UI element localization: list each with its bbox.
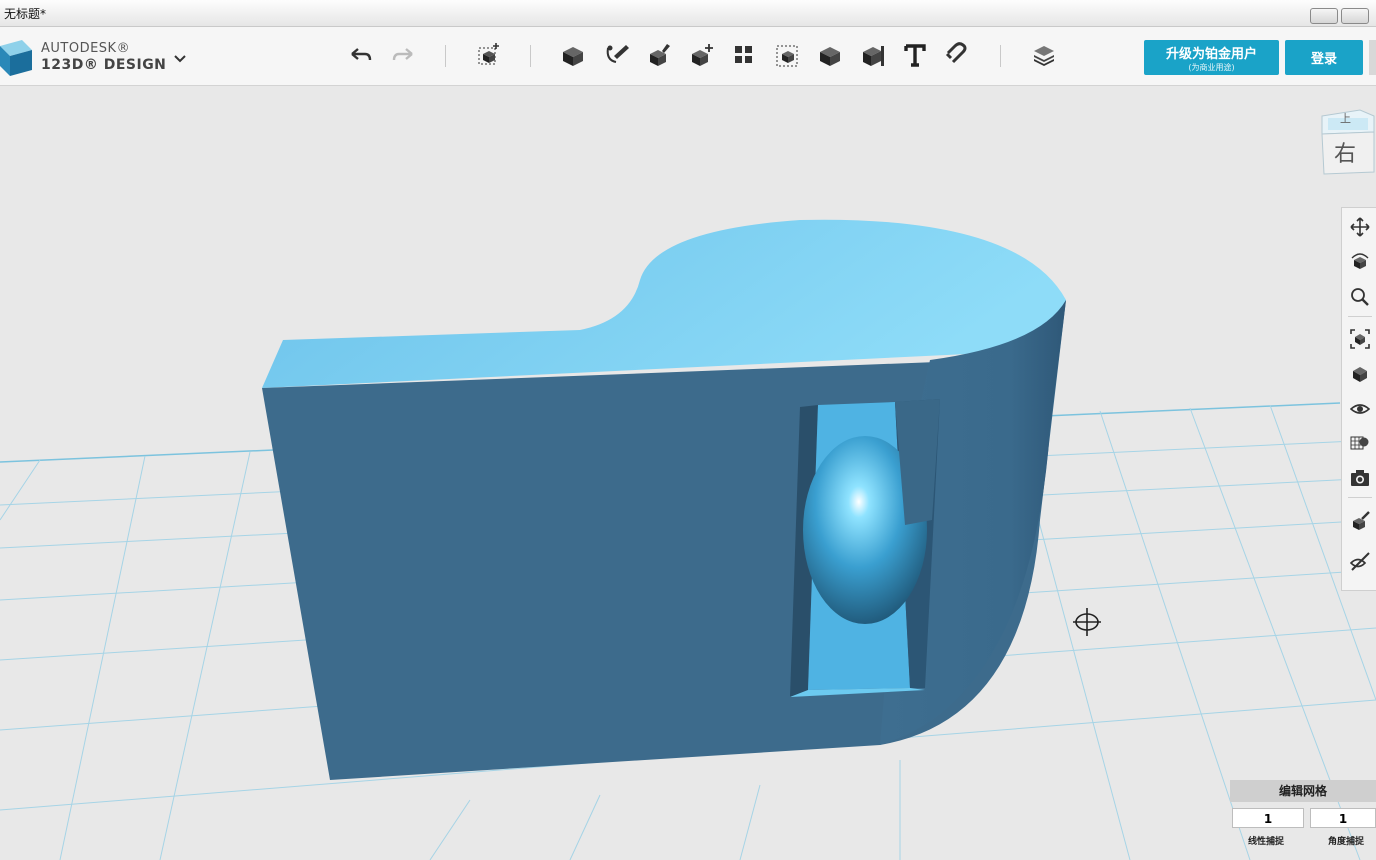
construct-button[interactable] [603, 41, 631, 69]
nav-separator [1348, 316, 1372, 317]
pan-button[interactable] [1347, 214, 1373, 240]
3d-model[interactable] [262, 219, 1066, 780]
brand-company: AUTODESK® [41, 41, 131, 56]
move-cursor-icon [1073, 608, 1101, 636]
grouping-icon [735, 46, 752, 63]
combine-icon [776, 45, 798, 67]
view-mode-icon [1353, 367, 1367, 382]
pattern-button[interactable] [688, 41, 716, 69]
login-button[interactable]: 登录 [1285, 40, 1363, 75]
pan-icon [1350, 217, 1370, 237]
toolbar-overflow[interactable] [1369, 40, 1376, 75]
fit-icon [1350, 329, 1370, 349]
linear-snap-field[interactable]: 1 [1232, 808, 1304, 828]
viewcube[interactable]: 上 右 [1320, 108, 1376, 178]
material-icon [1350, 436, 1369, 450]
minimize-button[interactable] [1310, 8, 1338, 24]
navigation-bar [1341, 207, 1376, 591]
main-toolbar: AUTODESK® 123D® DESIGN 升级为铂金用户 (为商业用途) 登… [0, 27, 1376, 86]
snap-panel-title[interactable]: 编辑网格 [1230, 780, 1376, 802]
measure-icon [863, 46, 884, 66]
upgrade-sublabel: (为商业用途) [1188, 63, 1235, 72]
magnet-snap-icon [945, 42, 967, 64]
primitives-button[interactable] [475, 41, 503, 69]
undo-button[interactable] [347, 41, 375, 69]
3d-viewport[interactable]: 上 右 [0, 86, 1376, 860]
window-titlebar: 无标题* [0, 0, 1376, 27]
modify-button[interactable] [645, 41, 673, 69]
orbit-icon [1351, 253, 1369, 269]
grid-snap-panel: 编辑网格 1 1 线性捕捉 角度捕捉 [1230, 780, 1376, 860]
redo-icon [392, 48, 413, 61]
construct-icon [606, 45, 629, 63]
pattern-icon [692, 44, 713, 66]
viewcube-front-label: 右 [1334, 142, 1357, 167]
combine-button[interactable] [774, 41, 802, 69]
brush-button[interactable] [1347, 508, 1373, 534]
viewcube-top-label: 上 [1340, 112, 1351, 125]
zoom-button[interactable] [1347, 284, 1373, 310]
primitives-icon [478, 43, 499, 65]
eye-icon [1350, 404, 1370, 414]
camera-button[interactable] [1347, 465, 1373, 491]
chevron-down-icon[interactable] [172, 51, 188, 65]
toolbar-separator [445, 45, 446, 67]
zoom-icon [1351, 288, 1369, 306]
grouping-button[interactable] [730, 41, 758, 69]
hide-button[interactable] [1347, 548, 1373, 574]
toolbar-separator [1000, 45, 1001, 67]
restore-button[interactable] [1341, 8, 1369, 24]
scene-canvas [0, 219, 1376, 860]
materials-brush-icon [1353, 511, 1370, 530]
visibility-button[interactable] [1347, 396, 1373, 422]
solid-box-icon [820, 47, 840, 66]
hide-icon [1350, 552, 1370, 571]
camera-icon [1351, 470, 1369, 486]
redo-button[interactable] [389, 41, 417, 69]
login-label: 登录 [1310, 52, 1337, 67]
angle-snap-label: 角度捕捉 [1328, 837, 1365, 847]
snap-button[interactable] [944, 41, 972, 69]
angle-snap-field[interactable]: 1 [1310, 808, 1376, 828]
text-button[interactable] [901, 41, 929, 69]
upgrade-label: 升级为铂金用户 [1165, 47, 1257, 62]
linear-snap-label: 线性捕捉 [1248, 837, 1285, 847]
sketch-icon [563, 47, 583, 66]
modify-icon [650, 44, 670, 66]
undo-icon [351, 48, 372, 61]
brand-product: 123D® DESIGN [41, 57, 167, 73]
logo-cube-icon [0, 40, 32, 76]
upgrade-button[interactable]: 升级为铂金用户 (为商业用途) [1144, 40, 1279, 75]
material-button[interactable] [1347, 430, 1373, 456]
toolbar-separator [530, 45, 531, 67]
sketch-button[interactable] [559, 41, 587, 69]
window-title: 无标题* [4, 7, 47, 21]
solid-button[interactable] [816, 41, 844, 69]
view-mode-button[interactable] [1347, 361, 1373, 387]
nav-separator [1348, 497, 1372, 498]
text-icon [904, 44, 926, 67]
orbit-button[interactable] [1347, 249, 1373, 275]
measure-button[interactable] [859, 41, 887, 69]
layers-button[interactable] [1030, 41, 1058, 69]
layers-icon [1034, 46, 1054, 66]
fit-button[interactable] [1347, 326, 1373, 352]
